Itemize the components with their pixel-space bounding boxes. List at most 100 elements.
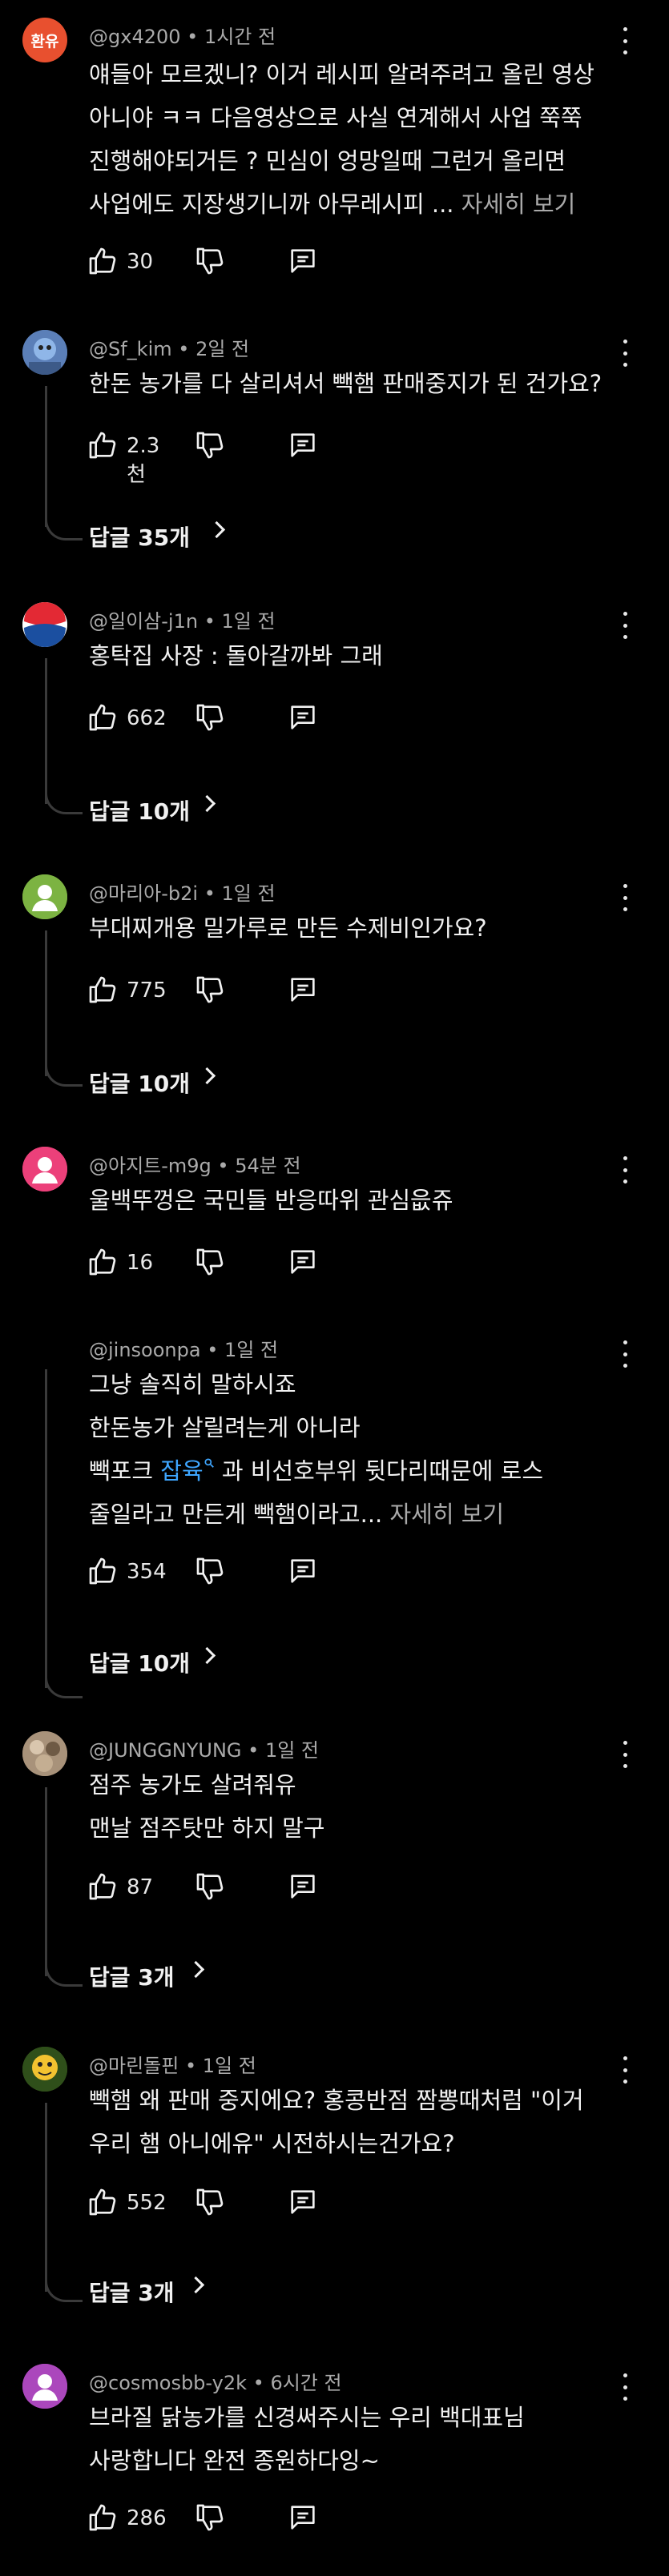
reply-button[interactable]	[287, 701, 319, 733]
avatar[interactable]	[22, 1731, 67, 1776]
read-more-link[interactable]: 자세히 보기	[461, 191, 576, 218]
view-replies-button[interactable]: 답글 3개	[89, 1960, 205, 1992]
author-name[interactable]: @마린돌핀	[89, 2055, 179, 2077]
view-replies-button[interactable]: 답글 10개	[89, 1646, 216, 1678]
author-name[interactable]: @Sf_kim	[89, 338, 172, 360]
dislike-button[interactable]	[194, 701, 226, 733]
thumbs-down-icon	[196, 976, 224, 1003]
reply-button[interactable]	[287, 1246, 319, 1278]
comment-text: 홍탁집 사장 : 돌아갈까봐 그래	[89, 642, 383, 669]
read-more-link[interactable]: 자세히 보기	[389, 1501, 504, 1528]
more-options-icon[interactable]	[617, 27, 633, 54]
avatar[interactable]	[22, 2047, 67, 2092]
reply-icon	[291, 1875, 315, 1899]
more-options-icon[interactable]	[617, 884, 633, 911]
more-options-icon[interactable]	[617, 340, 633, 367]
timestamp[interactable]: 1일 전	[221, 610, 275, 633]
view-replies-button[interactable]: 답글 3개	[89, 2276, 205, 2308]
thumbs-up-icon	[89, 432, 116, 459]
timestamp[interactable]: 1일 전	[265, 1739, 319, 1762]
comment-meta: @JUNGGNYUNG • 1일 전	[89, 1739, 320, 1762]
like-button[interactable]	[87, 245, 119, 277]
thread-curve	[45, 1054, 83, 1087]
thumbs-up-icon	[89, 1248, 116, 1276]
author-name[interactable]: @jinsoonpa	[89, 1339, 201, 1361]
author-name[interactable]: @JUNGGNYUNG	[89, 1739, 242, 1762]
user-icon	[22, 1147, 67, 1192]
like-button[interactable]	[87, 2502, 119, 2534]
like-button[interactable]	[87, 1871, 119, 1903]
reply-button[interactable]	[287, 429, 319, 461]
avatar-image-icon	[22, 330, 67, 375]
reply-button[interactable]	[287, 2502, 319, 2534]
timestamp[interactable]: 6시간 전	[270, 2372, 341, 2394]
avatar[interactable]	[22, 874, 67, 919]
dislike-button[interactable]	[194, 245, 226, 277]
timestamp[interactable]: 1일 전	[203, 2055, 256, 2077]
dislike-button[interactable]	[194, 974, 226, 1006]
view-replies-button[interactable]: 답글 10개	[89, 794, 216, 826]
more-options-icon[interactable]	[617, 1340, 633, 1368]
author-name[interactable]: @아지트-m9g	[89, 1155, 212, 1177]
dislike-button[interactable]	[194, 1555, 226, 1587]
reply-icon	[291, 249, 315, 273]
more-options-icon[interactable]	[617, 1156, 633, 1184]
timestamp[interactable]: 1시간 전	[204, 26, 276, 48]
comment-text: 부대찌개용 밀가루로 만든 수제비인가요?	[89, 914, 487, 942]
reply-button[interactable]	[287, 245, 319, 277]
reply-button[interactable]	[287, 974, 319, 1006]
more-options-icon[interactable]	[617, 2056, 633, 2084]
author-name[interactable]: @마리아-b2i	[89, 882, 198, 905]
more-options-icon[interactable]	[617, 2373, 633, 2401]
like-count: 2.3천	[127, 434, 160, 487]
reply-button[interactable]	[287, 2186, 319, 2218]
more-options-icon[interactable]	[617, 1741, 633, 1768]
timestamp[interactable]: 54분 전	[235, 1155, 300, 1177]
dislike-button[interactable]	[194, 1246, 226, 1278]
timestamp[interactable]: 2일 전	[195, 338, 249, 360]
like-button[interactable]	[87, 429, 119, 461]
like-button[interactable]	[87, 1555, 119, 1587]
thumbs-down-icon	[196, 2188, 224, 2216]
like-button[interactable]	[87, 701, 119, 733]
thumbs-down-icon	[196, 247, 224, 275]
avatar[interactable]: 환유	[22, 18, 67, 62]
like-button[interactable]	[87, 2186, 119, 2218]
avatar[interactable]	[22, 602, 67, 647]
reply-button[interactable]	[287, 1555, 319, 1587]
thumbs-up-icon	[89, 1557, 116, 1585]
comment-meta: @아지트-m9g • 54분 전	[89, 1155, 301, 1177]
dislike-button[interactable]	[194, 2502, 226, 2534]
like-count: 30	[127, 250, 154, 274]
view-replies-button[interactable]: 답글 10개	[89, 1067, 216, 1099]
author-name[interactable]: @일이삼-j1n	[89, 610, 198, 633]
dislike-button[interactable]	[194, 2186, 226, 2218]
timestamp[interactable]: 1일 전	[224, 1339, 278, 1361]
view-replies-button[interactable]: 답글 35개	[89, 520, 226, 553]
comment-meta: @cosmosbb-y2k • 6시간 전	[89, 2372, 342, 2394]
dislike-button[interactable]	[194, 429, 226, 461]
reply-icon	[291, 1250, 315, 1274]
avatar-image-icon	[22, 1731, 67, 1776]
more-options-icon[interactable]	[617, 612, 633, 639]
comment-meta: @마린돌핀 • 1일 전	[89, 2055, 256, 2077]
like-count: 552	[127, 2191, 167, 2215]
comment-meta: @jinsoonpa • 1일 전	[89, 1339, 279, 1361]
avatar[interactable]	[22, 1147, 67, 1192]
like-count: 775	[127, 979, 167, 1003]
dislike-button[interactable]	[194, 1871, 226, 1903]
avatar[interactable]	[22, 330, 67, 375]
thumbs-down-icon	[196, 1557, 224, 1585]
comment-text: 울백뚜껑은 국민들 반응따위 관심읎쥬	[89, 1187, 453, 1214]
search-link[interactable]: 잡육	[160, 1457, 214, 1485]
reply-icon	[291, 2506, 315, 2530]
like-button[interactable]	[87, 1246, 119, 1278]
user-icon	[22, 2364, 67, 2409]
avatar[interactable]	[22, 2364, 67, 2409]
reply-icon	[291, 978, 315, 1002]
reply-button[interactable]	[287, 1871, 319, 1903]
author-name[interactable]: @gx4200	[89, 26, 181, 48]
like-button[interactable]	[87, 974, 119, 1006]
timestamp[interactable]: 1일 전	[222, 882, 276, 905]
author-name[interactable]: @cosmosbb-y2k	[89, 2372, 247, 2394]
